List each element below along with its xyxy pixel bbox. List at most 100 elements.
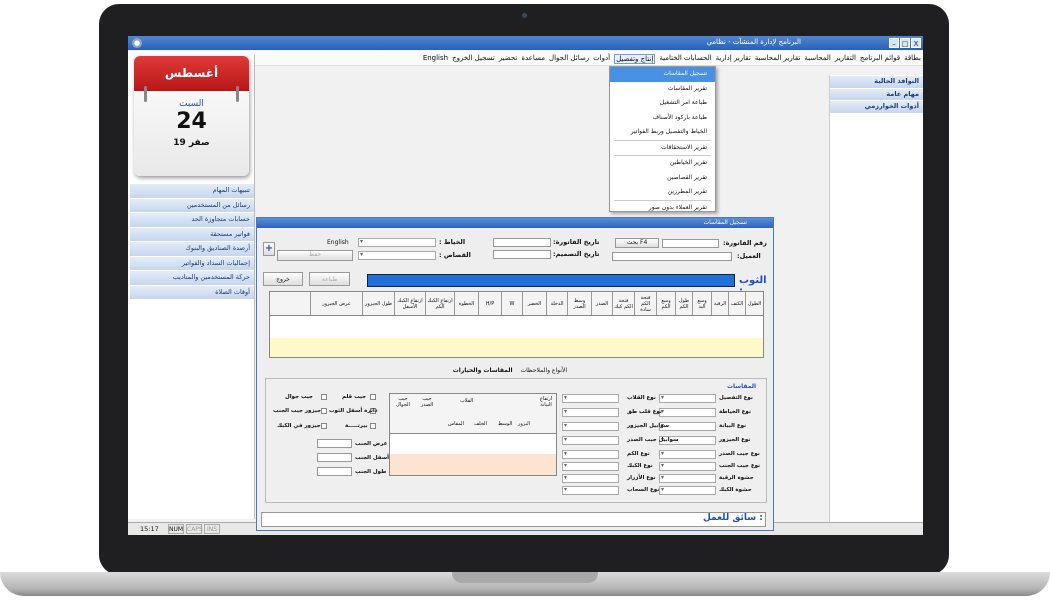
right-item-general-tasks[interactable]: مهام عامة [830,88,923,100]
field-label: سوابيل الجيزور [627,423,670,429]
right-item-tools[interactable]: أدوات الخوارزمي [830,101,923,113]
ring-icon [236,86,239,102]
minimize-button[interactable]: – [889,38,899,48]
window-title: البرنامج لإدارة المنشآت - نظامي [706,38,801,46]
menu-admin-reports[interactable]: تقارير إدارية [716,54,751,64]
tab-types-notes[interactable]: الأنواع والملاحظات [520,367,567,374]
size-label: أسفل الجنب [355,455,390,461]
dd-customers-no-photos[interactable]: تقرير العملاء بدون صور [610,201,715,216]
save-button[interactable]: حفظ [277,250,353,261]
menu-production[interactable]: إنتاج وتفصيل [614,54,656,64]
invoice-date-input[interactable] [493,238,551,247]
driver-label: سائق للعمل : [703,513,763,523]
menu-final-accounts[interactable]: الحسابات الختامية [659,54,711,64]
field-select[interactable] [659,408,716,417]
design-date-input[interactable] [493,250,551,259]
field-select[interactable] [659,474,716,483]
field-select[interactable] [562,486,619,495]
invoice-no-input[interactable] [662,239,719,248]
menu-accounting-reports[interactable]: تقارير المحاسبة [755,54,801,64]
checkbox[interactable] [321,408,327,414]
field-select[interactable] [562,450,619,459]
collar-grid-row[interactable] [390,454,556,475]
dd-print-work-order[interactable]: طباعة امر التشغيل [610,96,715,111]
field-select[interactable] [659,462,716,471]
cutter-select[interactable] [358,251,436,260]
dd-cutters-report[interactable]: تقرير القصاصين [610,171,715,186]
field-select[interactable] [659,394,716,403]
dd-print-barcode[interactable]: طباعة باركود الأصناف [610,111,715,126]
field-label: نوع القلاب [627,395,656,401]
dd-dues-report[interactable]: تقرير الاستحقاقات [610,141,715,156]
left-item-user-messages[interactable]: رسائل من المستخدمين [130,198,254,212]
dd-tailors-report[interactable]: تقرير الخياطين [610,156,715,171]
field-label: نوع جيب الصدر [719,451,760,457]
menu-card[interactable]: بطاقة [904,54,921,64]
menu-tools[interactable]: أدوات [593,54,610,64]
col-header: الخطوة [454,292,478,315]
dd-tailoring-link[interactable]: الخياط والتفصيل وربط الفواتير [610,125,715,140]
collar-grid[interactable]: ارتفاع البيانة القلاب جيب الصدر جيب الجو… [389,393,557,476]
tailor-select[interactable] [358,238,436,247]
size-input[interactable] [317,467,352,476]
thobe-bar[interactable] [367,274,735,287]
grid-selected-row[interactable] [270,338,763,357]
field-select[interactable] [562,436,619,445]
left-item-over-limit[interactable]: حسابات متجاوزة الحد [130,213,254,227]
left-item-payment-totals[interactable]: إجماليات السداد والفواتير [130,256,254,270]
menu-help[interactable]: مساعدة [521,54,545,64]
col-header: جيب الصدر [420,396,434,408]
checkbox[interactable] [321,423,327,429]
left-item-task-alerts[interactable]: تنبيهات المهام [130,184,254,198]
english-toggle[interactable]: English [327,239,349,246]
col-header: الرقبة [711,292,728,315]
size-input[interactable] [317,439,352,448]
left-item-due-invoices[interactable]: فواتير مستحقة [130,227,254,241]
close-button[interactable]: X [911,38,921,48]
checkbox[interactable] [321,394,327,400]
right-pane: النوافذ الحالية مهام عامة أدوات الخوارزم… [829,75,923,525]
webcam [522,13,527,18]
tab-measurements-options[interactable]: المقاسات والخيارات [453,367,513,374]
field-select[interactable] [659,450,716,459]
add-button[interactable]: + [263,242,275,256]
section-title: المقاسات [727,383,757,390]
field-select[interactable] [562,394,619,403]
menu-logout[interactable]: تسجيل الخروج [452,54,495,64]
field-select[interactable] [659,486,716,495]
menu-accounting[interactable]: المحاسبة [804,54,831,64]
col-header: الطول [745,292,763,315]
search-button[interactable]: بحث F4 [615,238,659,248]
field-label: نوع الكبك [627,463,653,469]
calendar-hijri: 19 صفر [173,138,210,148]
checkbox[interactable] [370,423,376,429]
field-label: حشوة الرقبة [719,475,754,481]
field-select[interactable] [562,462,619,471]
left-item-user-movement[interactable]: حركة المستخدمين والمناديب [130,271,254,285]
right-item-current-windows[interactable]: النوافذ الحالية [830,76,923,88]
menu-english[interactable]: English [423,54,448,64]
customer-input[interactable] [612,252,732,261]
dd-measurement-report[interactable]: تقرير المقاسات [610,82,715,97]
customer-label: العميل: [737,252,761,260]
size-input[interactable] [317,453,352,462]
left-item-prayer-times[interactable]: أوقات الصلاة [130,285,254,299]
menu-prepare[interactable]: تحضير [499,54,518,64]
measurements-grid[interactable]: الطول الكتف الرقبة وسع اليد طول الكم وسع… [269,291,764,358]
driver-input[interactable] [261,512,766,527]
maximize-button[interactable]: □ [900,38,910,48]
field-select[interactable] [562,474,619,483]
menu-lists[interactable]: قوائم البرنامج [860,54,900,64]
menu-reports[interactable]: التقارير [835,54,856,64]
field-select[interactable] [562,422,619,431]
field-label: نوع البيانة [719,423,747,429]
left-item-balances[interactable]: أرصدة الصناديق والبنوك [130,242,254,256]
checkbox[interactable] [370,394,376,400]
dd-register-measurements[interactable]: تسجيل المقاسات [610,67,715,82]
field-select[interactable] [562,408,619,417]
menu-sms[interactable]: رسائل الجوال [549,54,589,64]
exit-button[interactable]: خروج [263,272,303,286]
dd-embroiderers-report[interactable]: تقرير المطرزين [610,185,715,200]
print-button[interactable]: طباعة [309,272,350,286]
col-header: ارتفاع الكبك الكم [425,292,454,315]
